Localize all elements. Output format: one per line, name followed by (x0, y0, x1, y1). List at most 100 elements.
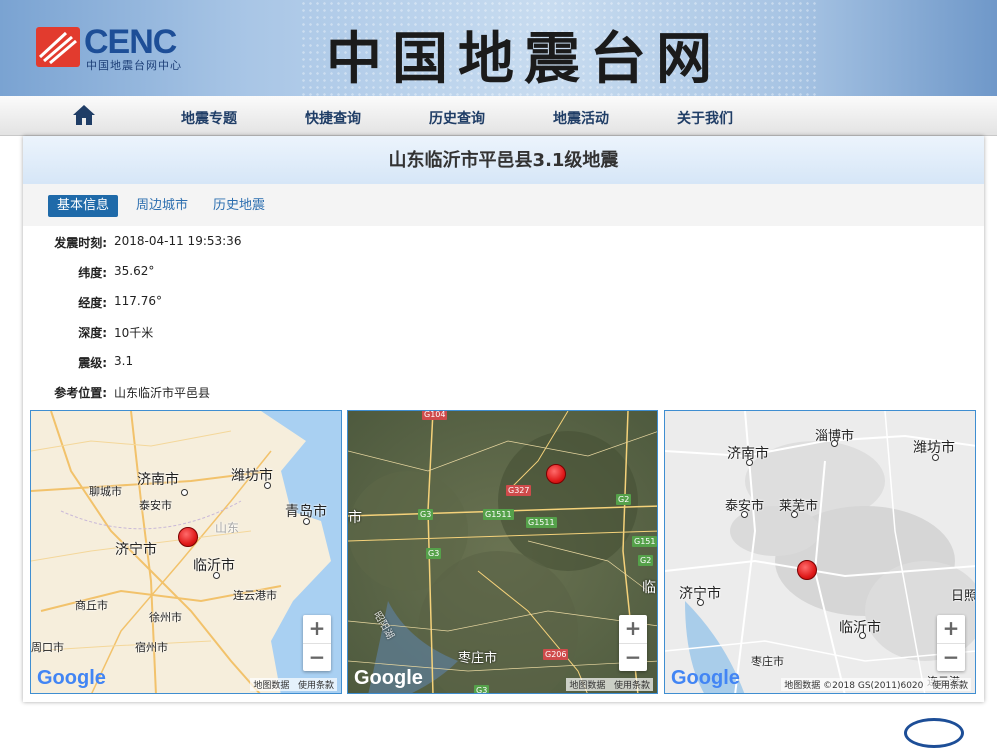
map-satellite-canvas (348, 411, 657, 693)
nav-item-earthquake-topics[interactable]: 地震专题 (181, 108, 237, 128)
info-label: 经度: (78, 296, 107, 310)
city-dot (831, 440, 838, 447)
cenc-logo-icon (36, 27, 80, 67)
city-dot (932, 454, 939, 461)
city-dot (264, 482, 271, 489)
earthquake-detail-panel: 山东临沂市平邑县3.1级地震 基本信息 周边城市 历史地震 发震时刻: 2018… (23, 136, 984, 702)
info-row-magnitude: 震级: 3.1 (23, 354, 984, 372)
map-label: 枣庄市 (458, 651, 498, 666)
zoom-control: + − (303, 615, 331, 671)
info-value-longitude: 117.76° (114, 294, 162, 308)
city-dot (746, 459, 753, 466)
map-label: 周口市 (31, 641, 64, 654)
city-dot (791, 511, 798, 518)
road-shield: G1511 (526, 517, 557, 528)
home-icon[interactable] (72, 104, 96, 126)
tab-historical-earthquakes[interactable]: 历史地震 (204, 195, 274, 217)
map-attribution[interactable]: 地图数据 ©2018 GS(2011)6020 使用条款 (781, 678, 971, 691)
terms-link[interactable]: 使用条款 (298, 681, 334, 691)
zoom-in-button[interactable]: + (619, 615, 647, 643)
info-label: 纬度: (78, 266, 107, 280)
road-shield: G104 (422, 410, 448, 420)
header-banner: CENC 中国地震台网中心 中国地震台网 (0, 0, 997, 96)
info-row-latitude: 纬度: 35.62° (23, 264, 984, 282)
map-label: 商丘市 (75, 599, 108, 612)
info-row-longitude: 经度: 117.76° (23, 294, 984, 312)
map-label: 聊城市 (89, 485, 122, 498)
city-dot (741, 511, 748, 518)
map-attribution[interactable]: 地图数据 使用条款 (250, 678, 337, 691)
info-label: 震级: (78, 356, 107, 370)
map-label: 济南市 (137, 472, 179, 488)
city-dot (181, 489, 188, 496)
info-value-location: 山东临沂市平邑县 (114, 386, 211, 400)
map-label: 临 (642, 580, 656, 596)
nav-item-history-query[interactable]: 历史查询 (429, 108, 485, 128)
map-regional[interactable]: 济南市 潍坊市 聊城市 泰安市 青岛市 山东 济宁市 临沂市 连云港市 商丘市 … (30, 410, 342, 694)
page-title: 山东临沂市平邑县3.1级地震 (23, 136, 984, 184)
zoom-out-button[interactable]: − (937, 643, 965, 671)
map-label: 济宁市 (115, 542, 157, 558)
city-dot (213, 572, 220, 579)
city-dot (303, 518, 310, 525)
road-shield: G3 (474, 685, 490, 694)
info-label: 参考位置: (54, 386, 107, 400)
site-title: 中国地震台网 (326, 26, 722, 92)
tab-basic-info[interactable]: 基本信息 (48, 195, 119, 217)
zoom-control: + − (619, 615, 647, 671)
zoom-in-button[interactable]: + (303, 615, 331, 643)
info-row-time: 发震时刻: 2018-04-11 19:53:36 (23, 234, 984, 252)
road-shield: G2 (638, 555, 654, 566)
info-row-location: 参考位置: 山东临沂市平邑县 (23, 384, 984, 402)
tab-nearby-cities[interactable]: 周边城市 (127, 195, 197, 217)
google-logo: Google (37, 667, 106, 689)
nav-item-seismic-activity[interactable]: 地震活动 (553, 108, 609, 128)
info-value-magnitude: 3.1 (114, 354, 134, 368)
city-dot (859, 632, 866, 639)
map-label: 山东 (215, 521, 240, 535)
info-label: 发震时刻: (54, 236, 107, 250)
road-shield: G151 (632, 536, 657, 547)
map-data-link[interactable]: 地图数据 ©2018 GS(2011)6020 (784, 681, 923, 691)
road-shield: G206 (543, 649, 569, 660)
nav-item-about-us[interactable]: 关于我们 (677, 108, 733, 128)
info-value-time: 2018-04-11 19:53:36 (114, 234, 242, 248)
road-shield: G327 (506, 485, 532, 496)
google-logo: Google (671, 667, 740, 689)
map-label: 莱芜市 (779, 499, 819, 514)
map-label: 日照 (951, 589, 976, 604)
map-label: 枣庄市 (751, 655, 784, 668)
detail-tabs: 基本信息 周边城市 历史地震 (23, 184, 984, 226)
road-shield: G2 (616, 494, 632, 505)
main-nav: 地震专题 快捷查询 历史查询 地震活动 关于我们 (0, 96, 997, 136)
info-value-depth: 10千米 (114, 326, 154, 340)
map-regional-canvas (31, 411, 341, 693)
road-shield: G3 (426, 548, 442, 559)
map-satellite[interactable]: G104 G327 G3 G1511 G1511 G2 G3 G151 G2 G… (347, 410, 658, 694)
google-logo: Google (354, 667, 423, 689)
zoom-out-button[interactable]: − (303, 643, 331, 671)
map-terrain[interactable]: 淄博市 济南市 潍坊市 泰安市 莱芜市 济宁市 日照 临沂市 枣庄市 连云港 +… (664, 410, 976, 694)
zoom-out-button[interactable]: − (619, 643, 647, 671)
map-data-link[interactable]: 地图数据 (569, 681, 605, 691)
info-value-latitude: 35.62° (114, 264, 155, 278)
road-shield: G3 (418, 509, 434, 520)
terms-link[interactable]: 使用条款 (932, 681, 968, 691)
nav-item-quick-query[interactable]: 快捷查询 (305, 108, 361, 128)
info-label: 深度: (78, 326, 107, 340)
map-label: 宿州市 (135, 641, 168, 654)
terms-link[interactable]: 使用条款 (614, 681, 650, 691)
zoom-in-button[interactable]: + (937, 615, 965, 643)
map-label: 徐州市 (149, 611, 182, 624)
epicenter-marker[interactable] (178, 527, 198, 547)
epicenter-marker[interactable] (797, 560, 817, 580)
zoom-control: + − (937, 615, 965, 671)
map-attribution[interactable]: 地图数据 使用条款 (566, 678, 653, 691)
map-data-link[interactable]: 地图数据 (253, 681, 289, 691)
road-shield: G1511 (483, 509, 514, 520)
map-label: 泰安市 (139, 499, 172, 512)
map-label: 连云港市 (233, 589, 277, 602)
info-row-depth: 深度: 10千米 (23, 324, 984, 342)
cenc-logo[interactable]: CENC 中国地震台网中心 (36, 23, 206, 75)
epicenter-marker[interactable] (546, 464, 566, 484)
